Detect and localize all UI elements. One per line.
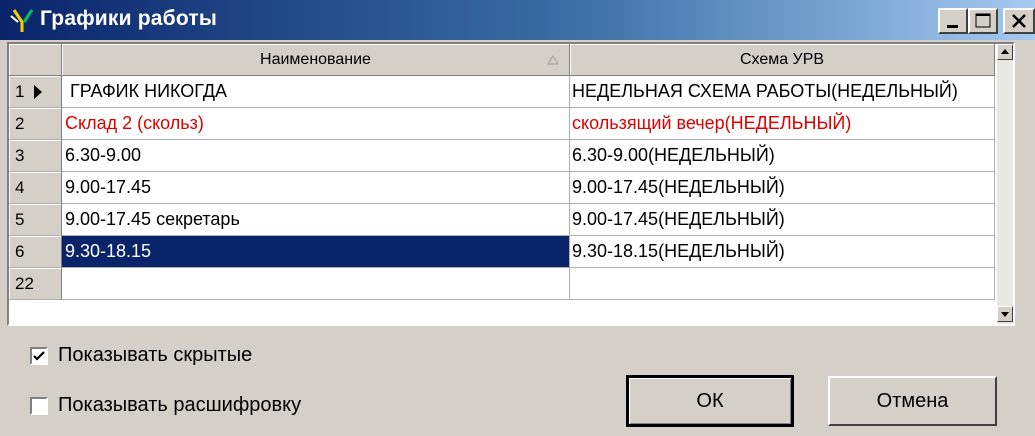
row-name[interactable]: 9.00-17.45 секретарь bbox=[62, 204, 570, 236]
row-name[interactable]: ГРАФИК НИКОГДА bbox=[62, 76, 570, 108]
close-button[interactable] bbox=[1003, 8, 1035, 34]
row-name[interactable]: Склад 2 (скольз) bbox=[62, 108, 570, 140]
arrow-up-icon bbox=[1001, 49, 1009, 54]
checkmark-icon bbox=[33, 351, 45, 361]
arrow-down-icon bbox=[1001, 312, 1009, 317]
row-scheme[interactable] bbox=[570, 268, 995, 300]
vertical-scrollbar[interactable] bbox=[997, 44, 1013, 324]
cancel-button[interactable]: Отмена bbox=[828, 376, 997, 426]
row-indicator: 2 bbox=[9, 108, 62, 140]
row-name[interactable]: 6.30-9.00 bbox=[62, 140, 570, 172]
row-scheme[interactable]: 6.30-9.00(НЕДЕЛЬНЫЙ) bbox=[570, 140, 995, 172]
scroll-up-button[interactable] bbox=[997, 44, 1013, 60]
row-scheme[interactable]: НЕДЕЛЬНАЯ СХЕМА РАБОТЫ(НЕДЕЛЬНЫЙ) bbox=[570, 76, 995, 108]
grid-header: Наименование Схема УРВ bbox=[9, 44, 995, 76]
row-scheme[interactable]: скользящий вечер(НЕДЕЛЬНЫЙ) bbox=[570, 108, 995, 140]
row-name[interactable]: 9.30-18.15 bbox=[62, 236, 570, 268]
work-schedules-window: Графики работы Наименование Схема УРВ 1 … bbox=[0, 0, 1035, 436]
ok-button[interactable]: ОК bbox=[626, 375, 794, 427]
show-hidden-checkbox[interactable] bbox=[30, 347, 48, 365]
row-scheme[interactable]: 9.00-17.45(НЕДЕЛЬНЫЙ) bbox=[570, 204, 995, 236]
show-decoding-label[interactable]: Показывать расшифровку bbox=[58, 394, 301, 417]
column-header-scheme[interactable]: Схема УРВ bbox=[570, 44, 995, 76]
close-icon bbox=[1012, 14, 1026, 28]
row-scheme[interactable]: 9.00-17.45(НЕДЕЛЬНЫЙ) bbox=[570, 172, 995, 204]
row-name[interactable]: 9.00-17.45 bbox=[62, 172, 570, 204]
minimize-button[interactable] bbox=[938, 8, 968, 34]
row-indicator: 6 bbox=[9, 236, 62, 268]
current-row-arrow-icon bbox=[34, 85, 42, 99]
title-bar[interactable]: Графики работы bbox=[0, 0, 1035, 40]
row-indicator: 5 bbox=[9, 204, 62, 236]
scroll-down-button[interactable] bbox=[997, 306, 1013, 322]
maximize-icon bbox=[975, 13, 991, 28]
column-header-name[interactable]: Наименование bbox=[62, 44, 570, 76]
row-scheme[interactable]: 9.30-18.15(НЕДЕЛЬНЫЙ) bbox=[570, 236, 995, 268]
window-title: Графики работы bbox=[40, 7, 217, 30]
minimize-icon bbox=[947, 25, 958, 28]
schedule-app-icon bbox=[10, 9, 34, 32]
schedules-grid[interactable]: Наименование Схема УРВ 1 ГРАФИК НИКОГДА … bbox=[7, 42, 1015, 326]
sort-ascending-icon bbox=[547, 55, 559, 65]
row-name[interactable] bbox=[62, 268, 570, 300]
show-hidden-label[interactable]: Показывать скрытые bbox=[58, 344, 252, 367]
header-corner bbox=[9, 44, 62, 76]
maximize-button[interactable] bbox=[968, 8, 998, 34]
row-indicator: 22 bbox=[9, 268, 62, 300]
row-indicator: 1 bbox=[9, 76, 62, 108]
row-indicator: 3 bbox=[9, 140, 62, 172]
row-indicator: 4 bbox=[9, 172, 62, 204]
show-decoding-checkbox[interactable] bbox=[30, 397, 48, 415]
